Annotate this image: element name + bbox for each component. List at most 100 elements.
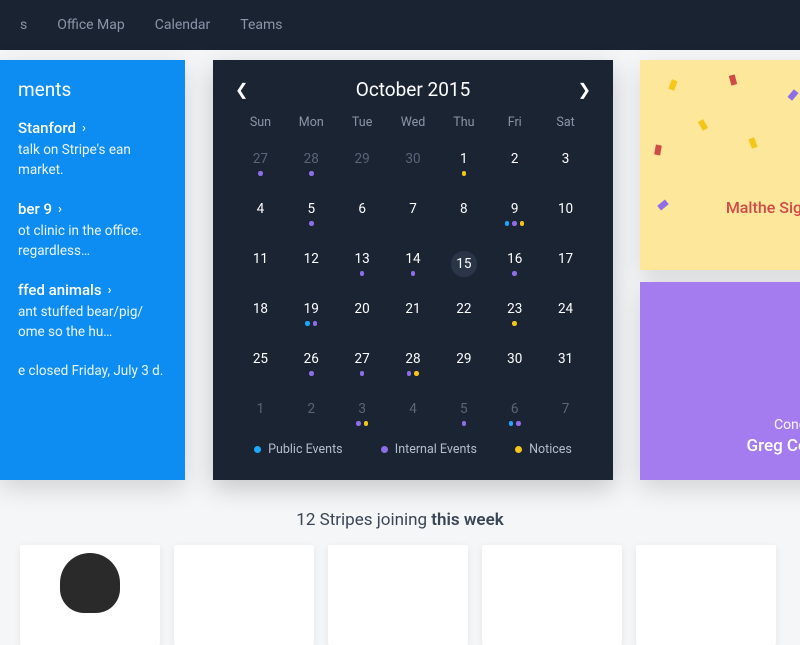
calendar-day[interactable]: 27 [235,148,286,186]
birthday-card[interactable]: Happ Malthe SigurdssPatri [640,60,800,270]
legend-label: Notices [529,442,572,457]
dot-icon [254,446,261,453]
person-card[interactable] [636,545,776,645]
calendar-day[interactable]: 3 [540,148,591,186]
event-dot-icon [462,171,467,176]
day-of-week: Sat [540,115,591,136]
calendar-day[interactable]: 30 [489,348,540,386]
person-card[interactable] [328,545,468,645]
calendar-day[interactable]: 3 [337,398,388,436]
calendar-day[interactable]: 2 [489,148,540,186]
nav-item[interactable]: s [20,17,27,33]
chevron-right-icon: › [58,202,62,217]
calendar-day[interactable]: 19 [286,298,337,336]
event-dot-icon [309,371,314,376]
announcement-item[interactable]: e closed Friday, July 3 d. [18,362,173,382]
calendar-day[interactable]: 7 [388,198,439,236]
event-dot-icon [520,221,525,226]
day-of-week: Wed [388,115,439,136]
next-month-button[interactable]: ❯ [578,80,591,99]
event-dot-icon [407,371,412,376]
legend-label: Internal Events [395,442,477,457]
day-of-week: Tue [337,115,388,136]
calendar-day[interactable]: 15 [438,248,489,286]
announcement-item[interactable]: ffed animals ›ant stuffed bear/pig/ ome … [18,281,173,342]
calendar-day[interactable]: 29 [337,148,388,186]
day-of-week: Fri [489,115,540,136]
calendar-day[interactable]: 14 [388,248,439,286]
calendar-day[interactable]: 4 [235,198,286,236]
calendar-day[interactable]: 17 [540,248,591,286]
event-dot-icon [309,221,314,226]
event-dot-icon [509,421,514,426]
announcements-title: ments [18,78,173,101]
event-dot-icon [356,421,361,426]
person-card[interactable] [174,545,314,645]
nav-item-calendar[interactable]: Calendar [155,17,211,33]
calendar-day[interactable]: 9 [489,198,540,236]
calendar-day[interactable]: 4 [388,398,439,436]
calendar-day[interactable]: 21 [388,298,439,336]
chevron-right-icon: › [108,283,112,298]
calendar-day[interactable]: 6 [489,398,540,436]
event-dot-icon [512,271,517,276]
calendar-legend: Public Events Internal Events Notices [235,442,591,457]
event-dot-icon [414,371,419,376]
calendar-day[interactable]: 1 [438,148,489,186]
event-dot-icon [360,371,365,376]
calendar-day[interactable]: 2 [286,398,337,436]
calendar-day[interactable]: 28 [286,148,337,186]
calendar-day[interactable]: 24 [540,298,591,336]
nav-item-teams[interactable]: Teams [240,17,282,33]
event-dot-icon [364,421,369,426]
event-dot-icon [411,271,416,276]
calendar-day[interactable]: 7 [540,398,591,436]
calendar-day[interactable]: 16 [489,248,540,286]
calendar-day[interactable]: 10 [540,198,591,236]
calendar-day[interactable]: 18 [235,298,286,336]
event-dot-icon [512,321,517,326]
event-dot-icon [313,321,318,326]
calendar-day[interactable]: 6 [337,198,388,236]
calendar-day[interactable]: 5 [438,398,489,436]
calendar-day[interactable]: 25 [235,348,286,386]
calendar-day[interactable]: 26 [286,348,337,386]
announcement-item[interactable]: ber 9 ›ot clinic in the office. regardle… [18,200,173,261]
nav-item-office-map[interactable]: Office Map [57,17,125,33]
prev-month-button[interactable]: ❮ [235,80,248,99]
event-dot-icon [462,421,467,426]
person-card[interactable] [482,545,622,645]
calendar-day[interactable]: 13 [337,248,388,286]
chevron-right-icon: › [82,121,86,136]
event-dot-icon [305,321,310,326]
calendar-day[interactable]: 28 [388,348,439,386]
day-of-week: Sun [235,115,286,136]
calendar-day[interactable]: 29 [438,348,489,386]
top-nav: s Office Map Calendar Teams [0,0,800,50]
calendar-day[interactable]: 23 [489,298,540,336]
congrats-name: Greg Cooper [747,436,800,456]
calendar-day[interactable]: 11 [235,248,286,286]
calendar-day[interactable]: 22 [438,298,489,336]
calendar-day[interactable]: 1 [235,398,286,436]
birthday-label: Happ [726,175,800,193]
day-of-week: Thu [438,115,489,136]
calendar-day[interactable]: 5 [286,198,337,236]
calendar-day[interactable]: 27 [337,348,388,386]
person-card[interactable] [20,545,160,645]
event-dot-icon [505,221,510,226]
calendar-day[interactable]: 20 [337,298,388,336]
announcement-item[interactable]: Stanford ›talk on Stripe's ean market. [18,119,173,180]
event-dot-icon [258,171,263,176]
joining-heading: 12 Stripes joining this week [0,510,800,530]
calendar-day[interactable]: 12 [286,248,337,286]
calendar-day[interactable]: 31 [540,348,591,386]
dot-icon [515,446,522,453]
calendar-day[interactable]: 8 [438,198,489,236]
event-dot-icon [512,221,517,226]
congrats-card[interactable]: Congrats o Greg Cooper [640,282,800,480]
calendar-day[interactable]: 30 [388,148,439,186]
dot-icon [381,446,388,453]
event-dot-icon [309,171,314,176]
calendar-panel: ❮ October 2015 ❯ SunMonTueWedThuFriSat27… [213,60,613,480]
